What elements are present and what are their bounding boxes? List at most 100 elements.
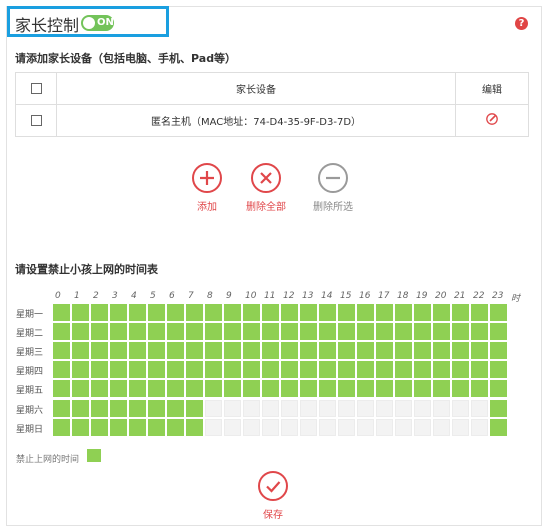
add-button[interactable]: 添加	[185, 163, 229, 213]
schedule-cell[interactable]	[300, 418, 317, 436]
schedule-cell[interactable]	[243, 399, 260, 417]
schedule-cell[interactable]	[338, 418, 355, 436]
schedule-cell[interactable]	[205, 361, 222, 379]
schedule-cell[interactable]	[414, 304, 431, 321]
schedule-cell[interactable]	[395, 342, 412, 360]
schedule-cell[interactable]	[414, 399, 431, 417]
schedule-cell[interactable]	[471, 380, 488, 398]
schedule-cell[interactable]	[319, 361, 336, 379]
schedule-cell[interactable]	[490, 342, 507, 360]
schedule-cell[interactable]	[319, 380, 336, 398]
schedule-cell[interactable]	[452, 418, 469, 436]
schedule-cell[interactable]	[167, 304, 184, 321]
schedule-cell[interactable]	[186, 342, 203, 360]
schedule-cell[interactable]	[110, 399, 127, 417]
schedule-cell[interactable]	[338, 323, 355, 341]
schedule-cell[interactable]	[186, 323, 203, 341]
schedule-cell[interactable]	[110, 418, 127, 436]
schedule-cell[interactable]	[205, 380, 222, 398]
schedule-cell[interactable]	[72, 418, 89, 436]
delete-selected-button[interactable]: 删除所选	[305, 163, 361, 213]
schedule-cell[interactable]	[91, 323, 108, 341]
schedule-cell[interactable]	[205, 399, 222, 417]
schedule-cell[interactable]	[490, 323, 507, 341]
schedule-cell[interactable]	[129, 304, 146, 321]
delete-all-button[interactable]: 删除全部	[241, 163, 291, 213]
schedule-cell[interactable]	[243, 304, 260, 321]
schedule-cell[interactable]	[490, 361, 507, 379]
schedule-cell[interactable]	[319, 399, 336, 417]
schedule-cell[interactable]	[471, 399, 488, 417]
schedule-cell[interactable]	[452, 380, 469, 398]
schedule-cell[interactable]	[53, 418, 70, 436]
schedule-cell[interactable]	[91, 342, 108, 360]
schedule-cell[interactable]	[452, 399, 469, 417]
schedule-cell[interactable]	[300, 304, 317, 321]
schedule-cell[interactable]	[490, 399, 507, 417]
schedule-cell[interactable]	[148, 361, 165, 379]
schedule-cell[interactable]	[72, 380, 89, 398]
schedule-cell[interactable]	[376, 342, 393, 360]
schedule-cell[interactable]	[224, 304, 241, 321]
schedule-cell[interactable]	[243, 361, 260, 379]
schedule-cell[interactable]	[414, 323, 431, 341]
schedule-cell[interactable]	[433, 342, 450, 360]
schedule-cell[interactable]	[281, 361, 298, 379]
schedule-cell[interactable]	[433, 323, 450, 341]
schedule-cell[interactable]	[224, 418, 241, 436]
schedule-cell[interactable]	[262, 380, 279, 398]
schedule-cell[interactable]	[281, 304, 298, 321]
schedule-cell[interactable]	[205, 418, 222, 436]
schedule-cell[interactable]	[110, 323, 127, 341]
schedule-cell[interactable]	[376, 304, 393, 321]
save-button[interactable]: 保存	[254, 471, 292, 521]
schedule-cell[interactable]	[91, 399, 108, 417]
schedule-cell[interactable]	[53, 380, 70, 398]
schedule-cell[interactable]	[376, 418, 393, 436]
schedule-cell[interactable]	[395, 380, 412, 398]
schedule-cell[interactable]	[262, 361, 279, 379]
schedule-cell[interactable]	[224, 361, 241, 379]
schedule-cell[interactable]	[319, 418, 336, 436]
schedule-cell[interactable]	[281, 323, 298, 341]
schedule-cell[interactable]	[72, 342, 89, 360]
schedule-cell[interactable]	[357, 342, 374, 360]
schedule-cell[interactable]	[433, 380, 450, 398]
schedule-cell[interactable]	[433, 361, 450, 379]
schedule-cell[interactable]	[490, 380, 507, 398]
schedule-cell[interactable]	[243, 418, 260, 436]
schedule-cell[interactable]	[452, 304, 469, 321]
schedule-cell[interactable]	[433, 418, 450, 436]
schedule-cell[interactable]	[319, 342, 336, 360]
schedule-cell[interactable]	[281, 380, 298, 398]
schedule-cell[interactable]	[243, 380, 260, 398]
schedule-cell[interactable]	[129, 380, 146, 398]
schedule-cell[interactable]	[224, 323, 241, 341]
schedule-cell[interactable]	[167, 323, 184, 341]
schedule-cell[interactable]	[338, 361, 355, 379]
schedule-cell[interactable]	[338, 342, 355, 360]
schedule-cell[interactable]	[300, 342, 317, 360]
schedule-cell[interactable]	[129, 323, 146, 341]
schedule-cell[interactable]	[53, 323, 70, 341]
schedule-cell[interactable]	[167, 361, 184, 379]
schedule-cell[interactable]	[414, 342, 431, 360]
schedule-cell[interactable]	[167, 342, 184, 360]
schedule-cell[interactable]	[53, 399, 70, 417]
schedule-cell[interactable]	[110, 342, 127, 360]
schedule-cell[interactable]	[72, 361, 89, 379]
schedule-cell[interactable]	[224, 342, 241, 360]
schedule-cell[interactable]	[300, 361, 317, 379]
schedule-cell[interactable]	[110, 380, 127, 398]
schedule-cell[interactable]	[376, 361, 393, 379]
schedule-cell[interactable]	[490, 304, 507, 321]
schedule-cell[interactable]	[395, 304, 412, 321]
schedule-cell[interactable]	[148, 418, 165, 436]
schedule-cell[interactable]	[357, 399, 374, 417]
schedule-cell[interactable]	[414, 361, 431, 379]
schedule-cell[interactable]	[395, 418, 412, 436]
schedule-cell[interactable]	[243, 342, 260, 360]
schedule-cell[interactable]	[414, 418, 431, 436]
schedule-cell[interactable]	[338, 304, 355, 321]
schedule-cell[interactable]	[72, 399, 89, 417]
